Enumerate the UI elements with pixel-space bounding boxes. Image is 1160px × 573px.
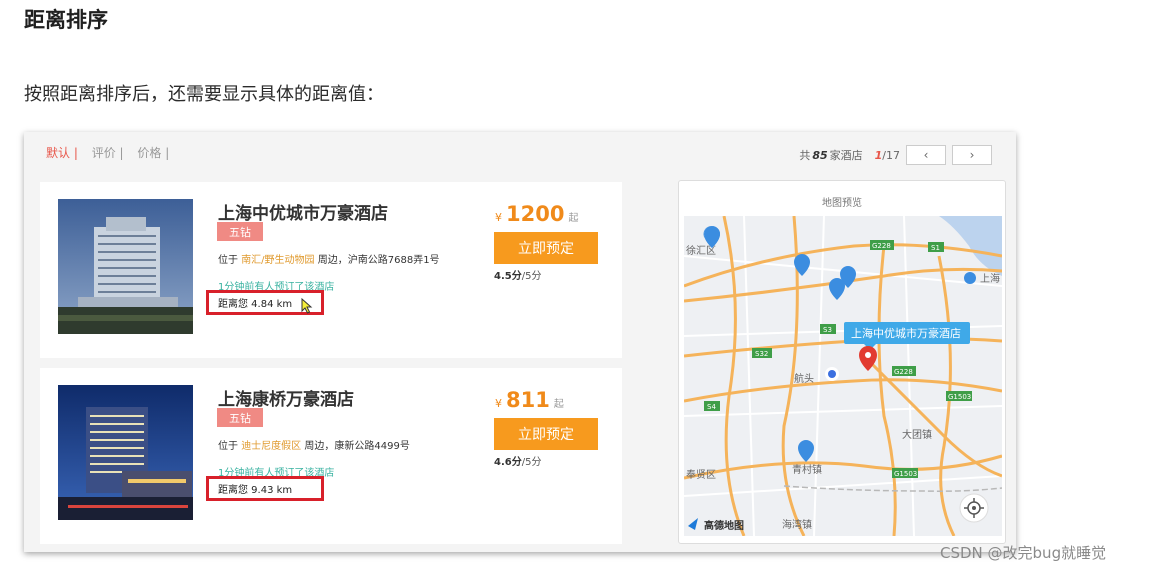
map-label-datuan: 大团镇 (902, 428, 932, 441)
map-label-haiwan: 海湾镇 (782, 518, 812, 531)
map-label-s4: S4 (707, 403, 716, 411)
sort-bar: 默认 | 评价 | 价格 | (46, 144, 179, 161)
map-label-g1503b: G1503 (894, 470, 917, 478)
section-heading: 距离排序 (24, 8, 108, 32)
price-suffix: 起 (568, 213, 579, 224)
diamond-badge: 五钻 (217, 222, 263, 241)
map-label-g228a: G228 (872, 242, 891, 250)
score-value: 4.6分 (494, 457, 522, 468)
hotel-name[interactable]: 上海康桥万豪酒店 (218, 385, 354, 410)
book-now-button[interactable]: 立即预定 (494, 418, 598, 450)
current-page: 1 (874, 148, 883, 162)
map-brand: 高德地图 (704, 519, 744, 532)
price: ¥1200 起 (495, 202, 578, 226)
pager-suffix: 家酒店 (829, 149, 863, 162)
addr-prefix: 位于 (218, 441, 238, 452)
currency-symbol: ¥ (495, 211, 502, 224)
rating-score: 4.6分/5分 (494, 453, 541, 468)
score-max: /5分 (521, 271, 542, 282)
map-label-shanghai: 上海 (980, 272, 1000, 285)
hotel-list-screenshot: 默认 | 评价 | 价格 | 共 85 家酒店 1 /17 ‹ › 上海中优城市… (24, 132, 1016, 552)
prev-page-button[interactable]: ‹ (906, 145, 946, 165)
sort-rating-link[interactable]: 评价 | (92, 146, 124, 160)
map-label-g228b: G228 (894, 368, 913, 376)
hotel-count: 85 (812, 148, 828, 162)
price-value: 1200 (506, 202, 565, 226)
addr-prefix: 位于 (218, 255, 238, 266)
book-now-button[interactable]: 立即预定 (494, 232, 598, 264)
map-preview-title: 地图预览 (822, 198, 862, 209)
map-label-fengxian: 奉贤区 (686, 468, 716, 481)
map-label-s1: S1 (931, 244, 940, 252)
map-label-qingcun: 青村镇 (792, 463, 822, 476)
addr-suffix: 周边，康新公路4499号 (304, 441, 410, 452)
watermark: CSDN @改完bug就睡觉 (940, 544, 1107, 562)
diamond-badge: 五钻 (217, 408, 263, 427)
airport-icon (964, 272, 976, 284)
hotel-photo[interactable] (58, 385, 193, 520)
sort-price-link[interactable]: 价格 | (137, 146, 169, 160)
mouse-cursor-icon (301, 298, 313, 314)
hotel-card: 上海康桥万豪酒店 五钻 位于 迪士尼度假区 周边，康新公路4499号 1分钟前有… (40, 368, 622, 544)
hotel-photo[interactable] (58, 199, 193, 334)
currency-symbol: ¥ (495, 397, 502, 410)
article-page: 距离排序 按照距离排序后，还需要显示具体的距离值： 默认 | 评价 | 价格 |… (0, 0, 1160, 573)
map-label-g1503a: G1503 (948, 393, 971, 401)
hotel-card: 上海中优城市万豪酒店 五钻 位于 南汇/野生动物园 周边，沪南公路7688弄1号… (40, 182, 622, 358)
score-max: /5分 (521, 457, 542, 468)
rating-score: 4.5分/5分 (494, 267, 541, 282)
pager: 共 85 家酒店 1 /17 ‹ › (799, 145, 992, 165)
next-page-button[interactable]: › (952, 145, 992, 165)
price-value: 811 (506, 388, 550, 412)
total-pages: /17 (882, 148, 900, 162)
map-label-s3: S3 (823, 326, 832, 334)
hotel-name[interactable]: 上海中优城市万豪酒店 (218, 199, 388, 224)
intro-text: 按照距离排序后，还需要显示具体的距离值： (24, 84, 384, 105)
distance-value: 距离您 4.84 km (218, 299, 293, 310)
map-view[interactable]: G228 S1 S3 S32 G228 S4 G1503 G1503 徐汇区 上… (684, 216, 1002, 536)
area-link[interactable]: 南汇/野生动物园 (241, 255, 314, 266)
area-link[interactable]: 迪士尼度假区 (241, 441, 301, 452)
map-popup-text: 上海中优城市万豪酒店 (851, 326, 961, 340)
map-preview-panel: 地图预览 G228 S1 S3 S32 G228 S4 G1503 G1503 … (678, 180, 1006, 544)
map-label-hangtou: 航头 (794, 372, 814, 385)
pager-prefix: 共 (799, 149, 811, 162)
sort-default-link[interactable]: 默认 | (46, 146, 78, 160)
hotel-address: 位于 迪士尼度假区 周边，康新公路4499号 (218, 437, 410, 452)
map-label-s32: S32 (755, 350, 768, 358)
hotel-address: 位于 南汇/野生动物园 周边，沪南公路7688弄1号 (218, 251, 440, 266)
price-suffix: 起 (553, 399, 564, 410)
distance-value: 距离您 9.43 km (218, 485, 293, 496)
score-value: 4.5分 (494, 271, 522, 282)
price: ¥811 起 (495, 388, 564, 412)
addr-suffix: 周边，沪南公路7688弄1号 (317, 255, 440, 266)
